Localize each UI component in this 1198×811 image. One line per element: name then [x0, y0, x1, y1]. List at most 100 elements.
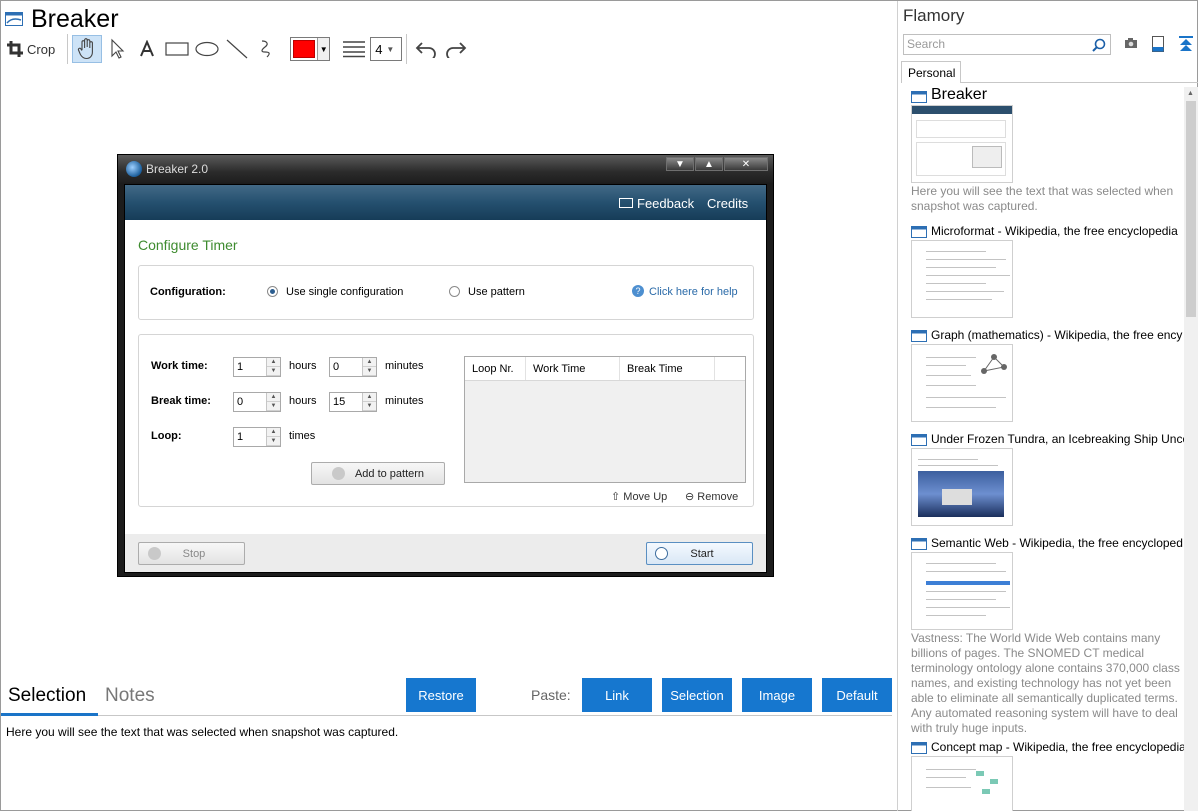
add-icon [331, 467, 345, 480]
ellipse-tool-button[interactable] [192, 35, 222, 63]
toolbar-separator [67, 34, 69, 64]
list-item-title: Under Frozen Tundra, an Icebreaking Ship… [931, 432, 1184, 446]
list-item-title: Microformat - Wikipedia, the free encycl… [931, 224, 1178, 238]
list-item-title: Breaker [931, 87, 988, 103]
loop-label: Loop: [151, 430, 182, 442]
help-icon: ? [632, 285, 644, 297]
breaker-content: Feedback Credits Configure Timer Configu… [124, 184, 767, 573]
crop-icon [7, 41, 23, 57]
help-link: Click here for help [649, 286, 738, 298]
redo-button[interactable] [441, 35, 471, 63]
single-config-radio [267, 286, 278, 297]
drawing-toolbar: Crop ▼ 4 ▼ [7, 34, 471, 64]
pointer-tool-button[interactable] [102, 35, 132, 63]
search-input[interactable]: Search [903, 34, 1111, 55]
feedback-link: Feedback [637, 196, 695, 211]
stop-icon [147, 547, 161, 560]
redo-icon [446, 42, 467, 58]
breaker-header: Feedback Credits [125, 185, 766, 220]
snapshot-thumbnail [911, 240, 1013, 318]
mail-icon [619, 198, 633, 208]
work-hours-spinner: 1 ▲ ▼ [233, 357, 281, 377]
list-item-title: Graph (mathematics) - Wikipedia, the fre… [931, 328, 1183, 342]
page-title: Breaker [31, 4, 119, 33]
snapshot-icon [911, 91, 927, 103]
hours-label: hours [289, 360, 317, 372]
undo-button[interactable] [411, 35, 441, 63]
selection-text[interactable]: Here you will see the text that was sele… [6, 725, 398, 739]
work-minutes-spinner: 0 ▲ ▼ [329, 357, 377, 377]
configure-timer-heading: Configure Timer [138, 237, 238, 253]
chevron-down-icon: ▼ [386, 44, 395, 54]
undo-icon [415, 42, 437, 58]
flamory-sidebar: Flamory Search Personal Breaker Here you [897, 1, 1198, 811]
text-tool-button[interactable] [132, 35, 162, 63]
scrollbar-thumb[interactable] [1186, 101, 1196, 317]
snapshot-icon [911, 538, 927, 550]
search-icon[interactable] [1092, 38, 1106, 52]
line-width-value: 4 [375, 41, 383, 57]
close-icon: ✕ [724, 157, 768, 171]
restore-button[interactable]: Restore [406, 678, 476, 712]
list-item-description: Here you will see the text that was sele… [911, 184, 1174, 213]
pattern-table: Loop Nr. Work Time Break Time [464, 356, 746, 483]
maximize-icon: ▲ [695, 157, 723, 171]
paste-label: Paste: [531, 687, 571, 703]
configuration-box: Configuration: Use single configuration … [138, 265, 754, 320]
paste-link-button[interactable]: Link [582, 678, 652, 712]
camera-icon[interactable] [1124, 36, 1138, 50]
paste-selection-button[interactable]: Selection [662, 678, 732, 712]
chevron-down-icon: ▼ [317, 38, 330, 60]
snapshot-thumbnail [911, 448, 1013, 526]
breaker-logo-icon [126, 161, 142, 177]
rectangle-tool-button[interactable] [162, 35, 192, 63]
snapshot-thumbnail [911, 344, 1013, 422]
loop-spinner: 1 ▲ ▼ [233, 427, 281, 447]
snapshot-icon [911, 434, 927, 446]
ellipse-icon [195, 41, 219, 57]
hand-icon [78, 38, 94, 60]
app-icon [5, 12, 23, 26]
pattern-label: Use pattern [468, 286, 525, 298]
scroll-up-icon[interactable]: ▲ [1187, 90, 1194, 97]
snapshot-icon [911, 330, 927, 342]
document-icon[interactable] [1151, 36, 1165, 52]
minimize-icon: ▼ [666, 157, 694, 171]
play-icon [655, 547, 669, 560]
expand-icon[interactable] [1178, 36, 1194, 52]
freehand-tool-button[interactable] [252, 35, 282, 63]
list-item-description: Vastness: The World Wide Web contains ma… [911, 631, 1180, 735]
breaker-window-title: Breaker 2.0 [146, 162, 209, 176]
editor-pane: Breaker Crop ▼ 4 ▼ Breaker 2.0 ▼ ▲ ✕ Fee… [1, 1, 896, 811]
start-button: Start [646, 542, 753, 565]
breaker-footer: Stop Start [125, 534, 766, 572]
minutes-label: minutes [385, 360, 424, 372]
app-window: Breaker Crop ▼ 4 ▼ Breaker 2.0 ▼ ▲ ✕ Fee… [0, 0, 1198, 811]
minutes-label: minutes [385, 395, 424, 407]
tab-personal[interactable]: Personal [901, 61, 961, 83]
line-width-select[interactable]: 4 ▼ [370, 37, 403, 61]
times-label: times [289, 430, 316, 442]
freehand-icon [261, 40, 270, 58]
single-config-label: Use single configuration [286, 286, 404, 298]
snapshot-thumbnail [911, 756, 1013, 811]
pattern-radio [449, 286, 460, 297]
snapshot-image: Breaker 2.0 ▼ ▲ ✕ Feedback Credits Confi… [117, 154, 774, 577]
toolbar-separator [406, 34, 408, 64]
paste-image-button[interactable]: Image [742, 678, 812, 712]
snapshot-list: Breaker Here you will see the text that … [898, 87, 1184, 811]
line-width-icon [342, 35, 366, 63]
crop-button[interactable]: Crop [7, 35, 63, 63]
color-swatch [293, 40, 316, 58]
sidebar-scrollbar[interactable]: ▲ [1184, 87, 1198, 811]
tab-divider [1, 715, 892, 716]
tab-selection[interactable]: Selection [8, 685, 86, 707]
break-hours-spinner: 0 ▲ ▼ [233, 392, 281, 412]
line-tool-button[interactable] [222, 35, 252, 63]
color-picker[interactable]: ▼ [290, 37, 331, 61]
paste-default-button[interactable]: Default [822, 678, 892, 712]
tab-notes[interactable]: Notes [105, 685, 155, 707]
hand-tool-button[interactable] [72, 35, 103, 63]
rectangle-icon [165, 42, 189, 56]
pattern-table-header: Loop Nr. Work Time Break Time [465, 357, 745, 381]
